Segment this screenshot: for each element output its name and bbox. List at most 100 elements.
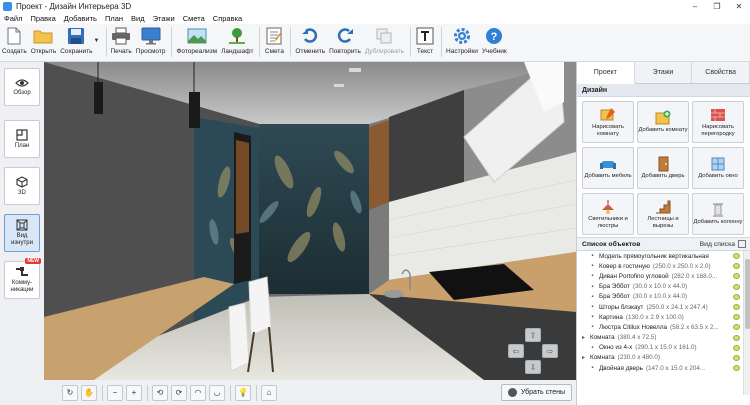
monitor-icon [141,26,161,46]
inside-view-button[interactable]: Вид изнутри [4,214,40,252]
rotate-right-icon[interactable]: ⟳ [171,384,187,401]
stairs-button[interactable]: Лестницы и вырезы [637,193,689,235]
nav-left-icon[interactable]: ⇦ [508,344,524,358]
visibility-eye-icon[interactable] [733,293,740,300]
new-document-icon [4,26,24,46]
visibility-eye-icon[interactable] [733,283,740,290]
redo-button[interactable]: Повторить [329,24,361,60]
remove-walls-button[interactable]: Убрать стены [500,384,572,401]
home-icon[interactable]: ⌂ [261,384,277,401]
object-list-row[interactable]: ▪ Бра Эббот (30.0 x 10.0 x 44.0) [577,282,750,292]
visibility-eye-icon[interactable] [733,253,740,259]
menu-plan[interactable]: План [105,14,123,23]
object-list-row[interactable]: ▪ Модель прямоугольник вертикальная [577,251,750,261]
list-view-toggle[interactable]: Вид списка [700,240,746,248]
nav-up-icon[interactable]: ⇧ [525,328,541,342]
object-icon: ▪ [591,273,594,280]
save-dropdown-arrow-icon[interactable]: ▼ [94,38,100,44]
landscape-button[interactable]: Ландшафт [221,24,253,60]
tab-floors[interactable]: Этажи [635,62,693,83]
object-list-row[interactable]: ▪ Картина (130.0 x 2.9 x 100.0) [577,312,750,322]
object-list-row[interactable]: ▸ Комната (380.4 x 72.5) [577,333,750,343]
object-size: (58.2 x 63.5 x 2... [670,323,719,331]
estimate-button[interactable]: Смета [264,24,284,60]
room-icon: ▸ [581,355,585,362]
zoom-in-icon[interactable]: + [126,384,142,401]
rotate-360-icon[interactable]: ↻ [62,384,78,401]
text-button[interactable]: Текст [415,24,435,60]
object-list-row[interactable]: ▪ Двойная дверь (147.0 x 15.0 x 204... [577,363,750,373]
object-list-row[interactable]: ▪ Диван Portofino угловой (282.0 x 168.0..… [577,271,750,281]
nav-down-icon[interactable]: ⇩ [525,360,541,374]
preview-button[interactable]: Просмотр [136,24,165,60]
menu-help[interactable]: Справка [213,14,242,23]
settings-button[interactable]: Настройки [446,24,478,60]
duplicate-icon [374,26,394,46]
visibility-eye-icon[interactable] [733,344,740,351]
sink [384,290,404,298]
menu-estimate[interactable]: Смета [183,14,205,23]
menu-floors[interactable]: Этажи [153,14,175,23]
3d-viewport[interactable]: ⇧ ⇦ ⇨ ⇩ [44,62,576,380]
visibility-eye-icon[interactable] [733,263,740,270]
object-list-row[interactable]: ▪ Бра Эббот (30.0 x 10.0 x 44.0) [577,292,750,302]
add-column-button[interactable]: Добавить колонну [692,193,744,235]
visibility-eye-icon[interactable] [733,365,740,372]
object-list[interactable]: ▪ Модель прямоугольник вертикальная ▪ Ковер… [577,251,750,395]
open-button[interactable]: Открыть [31,24,56,60]
object-list-row[interactable]: ▪ Люстра Citilux Новелла (58.2 x 63.5 x 2.… [577,322,750,332]
object-list-row[interactable]: ▪ Окно из 4-х (290.1 x 15.0 x 161.0) [577,343,750,353]
add-furniture-button[interactable]: Добавить мебель [582,147,634,189]
menu-add[interactable]: Добавить [64,14,97,23]
lamps-button[interactable]: Светильники и люстры [582,193,634,235]
tab-project[interactable]: Проект [577,62,635,84]
room-icon: ▸ [581,335,585,342]
menu-file[interactable]: Файл [4,14,22,23]
undo-button[interactable]: Отменить [295,24,325,60]
maximize-button[interactable]: ❐ [706,0,728,12]
tutorial-button[interactable]: ? Учебник [482,24,507,60]
tilt-down-icon[interactable]: ◡ [209,384,225,401]
menu-edit[interactable]: Правка [30,14,55,23]
pan-hand-icon[interactable]: ✋ [81,384,97,401]
tilt-up-icon[interactable]: ◠ [190,384,206,401]
object-list-scrollbar[interactable] [743,251,750,395]
visibility-eye-icon[interactable] [733,303,740,310]
print-button[interactable]: Печать [111,24,132,60]
close-button[interactable]: ✕ [728,0,750,12]
object-list-row[interactable]: ▸ Комната (230.0 x 480.0) [577,353,750,363]
view-3d-button[interactable]: 3D [4,167,40,205]
object-list-row[interactable]: ▪ Ковер в гостиную (250.0 x 250.0 x 2.0) [577,261,750,271]
draw-partition-button[interactable]: Нарисовать перегородку [692,101,744,143]
rotate-left-icon[interactable]: ⟲ [152,384,168,401]
photorealism-button[interactable]: Фотореализм [176,24,217,60]
visibility-eye-icon[interactable] [733,354,740,361]
communications-button[interactable]: NEW Комму-никации [4,258,41,299]
add-door-button[interactable]: Добавить дверь [637,147,689,189]
object-icon: ▪ [591,344,594,351]
visibility-eye-icon[interactable] [733,273,740,280]
minimize-button[interactable]: – [684,0,706,12]
zoom-out-icon[interactable]: − [107,384,123,401]
lamp-icon [599,199,617,215]
draw-room-button[interactable]: Нарисовать комнату [582,101,634,143]
new-badge: NEW [25,258,41,264]
scrollbar-thumb[interactable] [745,259,750,329]
add-window-button[interactable]: Добавить окно [692,147,744,189]
nav-right-icon[interactable]: ⇨ [542,344,558,358]
overview-button[interactable]: Обзор [4,68,40,106]
photo-icon [187,26,207,46]
svg-text:?: ? [491,31,498,43]
visibility-eye-icon[interactable] [733,334,740,341]
menu-view[interactable]: Вид [131,14,145,23]
plan-button[interactable]: План [4,120,40,158]
tab-properties[interactable]: Свойства [692,62,750,83]
duplicate-button[interactable]: Дублировать [365,24,404,60]
add-room-button[interactable]: Добавить комнату [637,101,689,143]
visibility-eye-icon[interactable] [733,324,740,331]
create-button[interactable]: Создать [2,24,27,60]
save-button[interactable]: Сохранить [60,24,93,60]
light-bulb-icon[interactable]: 💡 [235,384,251,401]
object-list-row[interactable]: ▪ Шторы блэкаут (250.0 x 24.1 x 247.4) [577,302,750,312]
visibility-eye-icon[interactable] [733,314,740,321]
